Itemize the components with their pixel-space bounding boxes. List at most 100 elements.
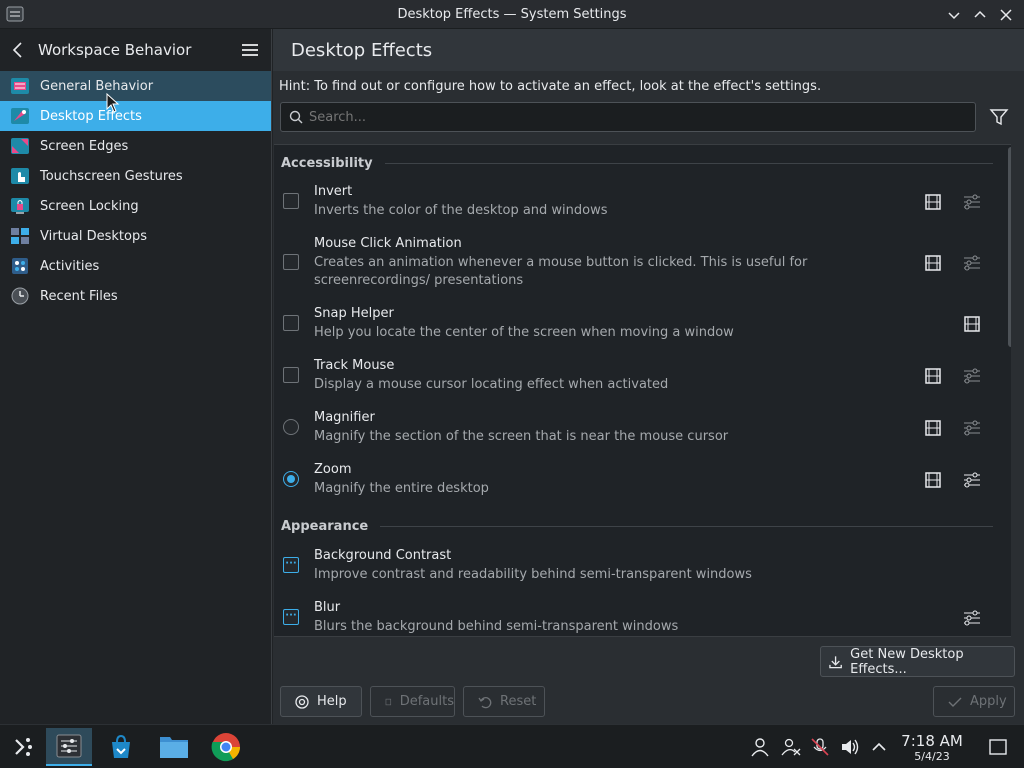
sidebar-item-screen-edges[interactable]: Screen Edges (0, 131, 271, 161)
effects-list[interactable]: Accessibility Invert Inverts the color o… (274, 144, 1011, 637)
clock[interactable]: 7:18 AM 5/4/23 (896, 732, 968, 763)
chrome-icon[interactable] (203, 728, 249, 766)
sidebar-item-screen-locking[interactable]: Screen Locking (0, 191, 271, 221)
video-icon[interactable] (963, 315, 981, 333)
search-box[interactable] (280, 102, 976, 132)
effect-description: Creates an animation whenever a mouse bu… (314, 255, 808, 288)
sidebar-item-general-behavior[interactable]: General Behavior (0, 71, 271, 101)
filter-icon[interactable] (988, 106, 1010, 128)
help-button[interactable]: Help (280, 686, 362, 717)
mouse-cursor-icon (106, 93, 120, 113)
effect-description: Inverts the color of the desktop and win… (314, 203, 608, 218)
effect-description: Display a mouse cursor locating effect w… (314, 377, 669, 392)
user-icon[interactable] (750, 737, 770, 757)
sidebar-item-virtual-desktops[interactable]: Virtual Desktops (0, 221, 271, 251)
zoom-radio[interactable] (283, 471, 299, 487)
app-icon[interactable] (6, 5, 24, 23)
blur-checkbox[interactable]: ··· (283, 609, 299, 625)
defaults-label: Defaults (399, 694, 454, 709)
magnifier-radio[interactable] (283, 419, 299, 435)
mouse-click-animation-checkbox[interactable] (283, 254, 299, 270)
section-header-accessibility: Accessibility (281, 153, 993, 173)
sidebar-item-label: Virtual Desktops (40, 228, 147, 244)
track-mouse-checkbox[interactable] (283, 367, 299, 383)
video-icon[interactable] (924, 471, 942, 489)
main-panel: Desktop Effects Hint: To find out or con… (273, 29, 1024, 724)
video-icon[interactable] (924, 367, 942, 385)
configure-icon[interactable] (963, 367, 981, 385)
sidebar-item-label: Screen Locking (40, 198, 139, 214)
help-label: Help (317, 694, 347, 709)
effect-name: Magnifier (314, 410, 375, 425)
clock-time: 7:18 AM (901, 732, 963, 750)
section-label: Accessibility (281, 155, 373, 171)
sidebar-item-activities[interactable]: Activities (0, 251, 271, 281)
invert-checkbox[interactable] (283, 193, 299, 209)
effect-name: Zoom (314, 462, 352, 477)
discover-store-icon[interactable] (98, 728, 144, 766)
effect-name: Invert (314, 184, 353, 199)
sidebar-item-label: General Behavior (40, 78, 154, 94)
sidebar-item-desktop-effects[interactable]: Desktop Effects (0, 101, 271, 131)
apply-button[interactable]: Apply (933, 686, 1015, 717)
hamburger-menu-icon[interactable] (241, 41, 259, 59)
configure-icon[interactable] (963, 254, 981, 272)
effect-name: Track Mouse (314, 358, 395, 373)
screen-locking-icon (10, 196, 30, 216)
close-icon[interactable] (996, 5, 1016, 25)
sidebar-item-label: Desktop Effects (40, 108, 142, 124)
back-arrow-icon[interactable] (12, 41, 30, 59)
minimize-icon[interactable] (944, 5, 964, 25)
screen-edges-icon (10, 136, 30, 156)
effect-description: Improve contrast and readability behind … (314, 567, 752, 582)
sidebar-item-touchscreen-gestures[interactable]: Touchscreen Gestures (0, 161, 271, 191)
video-icon[interactable] (924, 193, 942, 211)
effect-name: Background Contrast (314, 548, 452, 563)
virtual-desktops-icon (10, 226, 30, 246)
list-scrollbar[interactable] (1008, 147, 1011, 347)
sidebar-item-label: Touchscreen Gestures (40, 168, 183, 184)
background-contrast-checkbox[interactable]: ··· (283, 557, 299, 573)
video-icon[interactable] (924, 419, 942, 437)
video-icon[interactable] (924, 254, 942, 272)
section-label: Appearance (281, 518, 369, 534)
hint-text: Hint: To find out or configure how to ac… (279, 79, 822, 94)
chevron-up-icon[interactable] (869, 737, 889, 757)
sidebar: Workspace Behavior General Behavior Desk… (0, 29, 272, 724)
page-title: Desktop Effects (273, 29, 1024, 71)
effect-description: Magnify the entire desktop (314, 481, 489, 496)
effect-name: Blur (314, 600, 341, 615)
apply-label: Apply (970, 694, 1007, 709)
effect-description: Help you locate the center of the screen… (314, 325, 734, 340)
undo-icon (478, 696, 492, 708)
desktop-effects-icon (10, 106, 30, 126)
section-header-appearance: Appearance (281, 516, 993, 536)
reset-button[interactable]: Reset (463, 686, 545, 717)
taskbar: 7:18 AM 5/4/23 (0, 724, 1024, 768)
checkmark-icon (948, 697, 962, 707)
search-icon (289, 110, 303, 124)
volume-icon[interactable] (840, 737, 860, 757)
get-new-effects-button[interactable]: Get New Desktop Effects... (820, 646, 1015, 677)
file-manager-icon[interactable] (151, 728, 197, 766)
application-launcher-icon[interactable] (0, 728, 46, 766)
reset-label: Reset (500, 694, 537, 709)
defaults-button[interactable]: Defaults (370, 686, 455, 717)
sidebar-item-recent-files[interactable]: Recent Files (0, 281, 271, 311)
effect-name: Snap Helper (314, 306, 394, 321)
maximize-icon[interactable] (970, 5, 990, 25)
snap-helper-checkbox[interactable] (283, 315, 299, 331)
configure-icon[interactable] (963, 471, 981, 489)
configure-icon[interactable] (963, 193, 981, 211)
system-settings-icon[interactable] (46, 728, 92, 766)
search-input[interactable] (309, 109, 909, 125)
configure-icon[interactable] (963, 609, 981, 627)
kde-connect-icon[interactable] (781, 737, 801, 757)
microphone-muted-icon[interactable] (810, 737, 830, 757)
window-title: Desktop Effects — System Settings (397, 6, 627, 22)
download-icon (829, 655, 842, 668)
help-icon (295, 694, 309, 709)
configure-icon[interactable] (963, 419, 981, 437)
effect-name: Mouse Click Animation (314, 236, 462, 251)
show-desktop-icon[interactable] (988, 737, 1008, 757)
